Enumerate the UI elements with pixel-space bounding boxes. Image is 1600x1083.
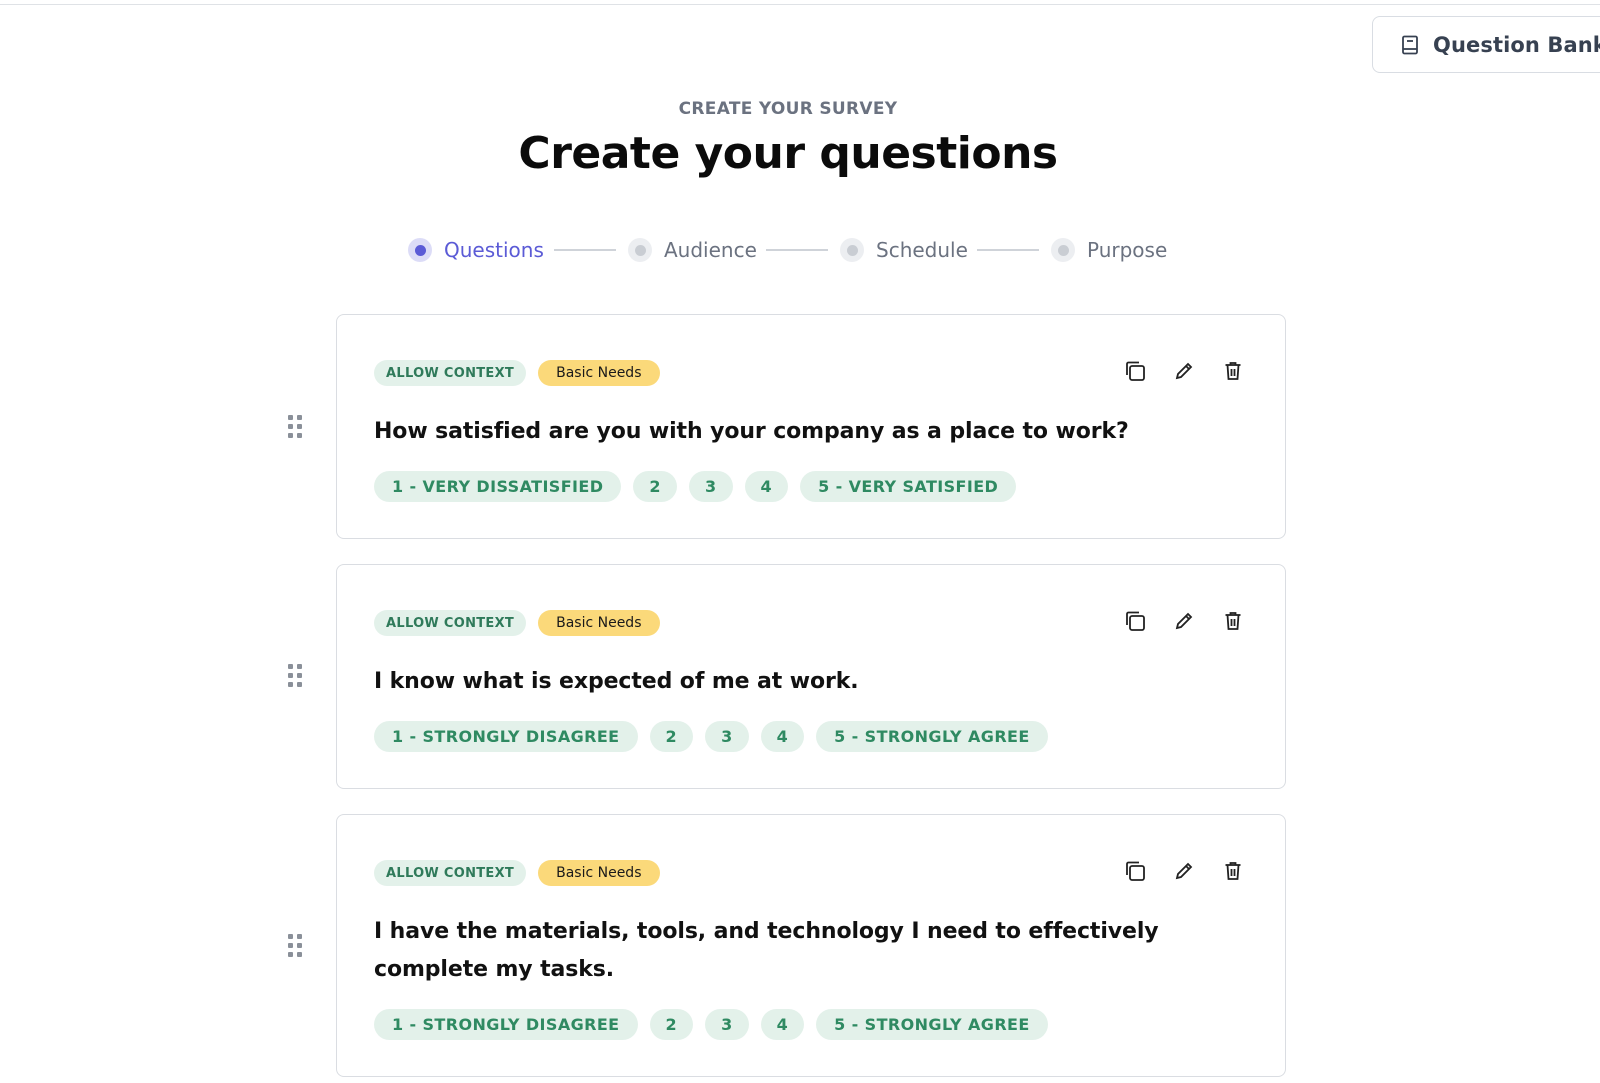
question-text: I know what is expected of me at work. — [374, 669, 859, 694]
pencil-icon[interactable] — [1172, 859, 1196, 883]
category-tag: Basic Needs — [538, 360, 660, 386]
scale-option[interactable]: 2 — [649, 1009, 694, 1040]
step-purpose[interactable]: Purpose — [1051, 232, 1167, 268]
scale-option[interactable]: 3 — [705, 1009, 749, 1040]
scale-option[interactable]: 2 — [649, 721, 694, 752]
step-audience[interactable]: Audience — [628, 232, 757, 268]
step-connector — [977, 249, 1039, 251]
step-label: Questions — [444, 238, 544, 262]
step-schedule[interactable]: Schedule — [840, 232, 968, 268]
scale-option[interactable]: 4 — [760, 721, 805, 752]
question-card: ALLOW CONTEXT Basic Needs I know what is… — [336, 564, 1286, 789]
scale-option[interactable]: 1 - VERY DISSATISFIED — [374, 471, 622, 502]
copy-icon[interactable] — [1123, 359, 1147, 383]
step-label: Audience — [664, 238, 757, 262]
drag-handle-icon[interactable] — [287, 414, 303, 440]
question-card: ALLOW CONTEXT Basic Needs How satisfied … — [336, 314, 1286, 539]
allow-context-tag: ALLOW CONTEXT — [374, 610, 527, 636]
category-tag: Basic Needs — [538, 610, 660, 636]
drag-handle-icon[interactable] — [287, 933, 303, 959]
pencil-icon[interactable] — [1172, 609, 1196, 633]
step-questions[interactable]: Questions — [408, 232, 544, 268]
scale-option[interactable]: 4 — [760, 1009, 805, 1040]
allow-context-tag: ALLOW CONTEXT — [374, 360, 527, 386]
survey-stepper: Questions Audience Schedule Purpose — [0, 232, 1600, 268]
copy-icon[interactable] — [1123, 859, 1147, 883]
step-indicator-active — [408, 238, 432, 262]
category-tag: Basic Needs — [538, 860, 660, 886]
scale-option[interactable]: 3 — [705, 721, 749, 752]
scale-option[interactable]: 5 - STRONGLY AGREE — [816, 721, 1048, 752]
question-text: How satisfied are you with your company … — [374, 419, 1129, 444]
pencil-icon[interactable] — [1172, 359, 1196, 383]
step-indicator — [840, 238, 864, 262]
question-text: I have the materials, tools, and technol… — [374, 919, 1159, 982]
scale-option[interactable]: 5 - STRONGLY AGREE — [816, 1009, 1048, 1040]
step-indicator — [628, 238, 652, 262]
scale-option[interactable]: 1 - STRONGLY DISAGREE — [374, 1009, 638, 1040]
scale-option[interactable]: 2 — [633, 471, 677, 502]
book-icon — [1401, 35, 1419, 55]
page-title: Create your questions — [518, 128, 1058, 179]
allow-context-tag: ALLOW CONTEXT — [374, 860, 527, 886]
question-bank-label: Question Bank — [1433, 32, 1600, 57]
copy-icon[interactable] — [1123, 609, 1147, 633]
question-card: ALLOW CONTEXT Basic Needs I have the mat… — [336, 814, 1286, 1077]
trash-icon[interactable] — [1221, 859, 1245, 883]
step-label: Schedule — [876, 238, 968, 262]
scale-option[interactable]: 3 — [688, 471, 733, 502]
trash-icon[interactable] — [1221, 359, 1245, 383]
scale-option[interactable]: 4 — [744, 471, 789, 502]
scale-option[interactable]: 5 - VERY SATISFIED — [800, 471, 1017, 502]
top-divider — [0, 4, 1600, 5]
page-eyebrow: CREATE YOUR SURVEY — [678, 99, 898, 119]
step-connector — [554, 249, 616, 251]
scale-option[interactable]: 1 - STRONGLY DISAGREE — [374, 721, 638, 752]
step-indicator — [1051, 238, 1075, 262]
question-bank-button[interactable]: Question Bank — [1372, 16, 1600, 73]
trash-icon[interactable] — [1221, 609, 1245, 633]
drag-handle-icon[interactable] — [287, 663, 303, 689]
step-connector — [766, 249, 828, 251]
step-label: Purpose — [1087, 238, 1168, 262]
